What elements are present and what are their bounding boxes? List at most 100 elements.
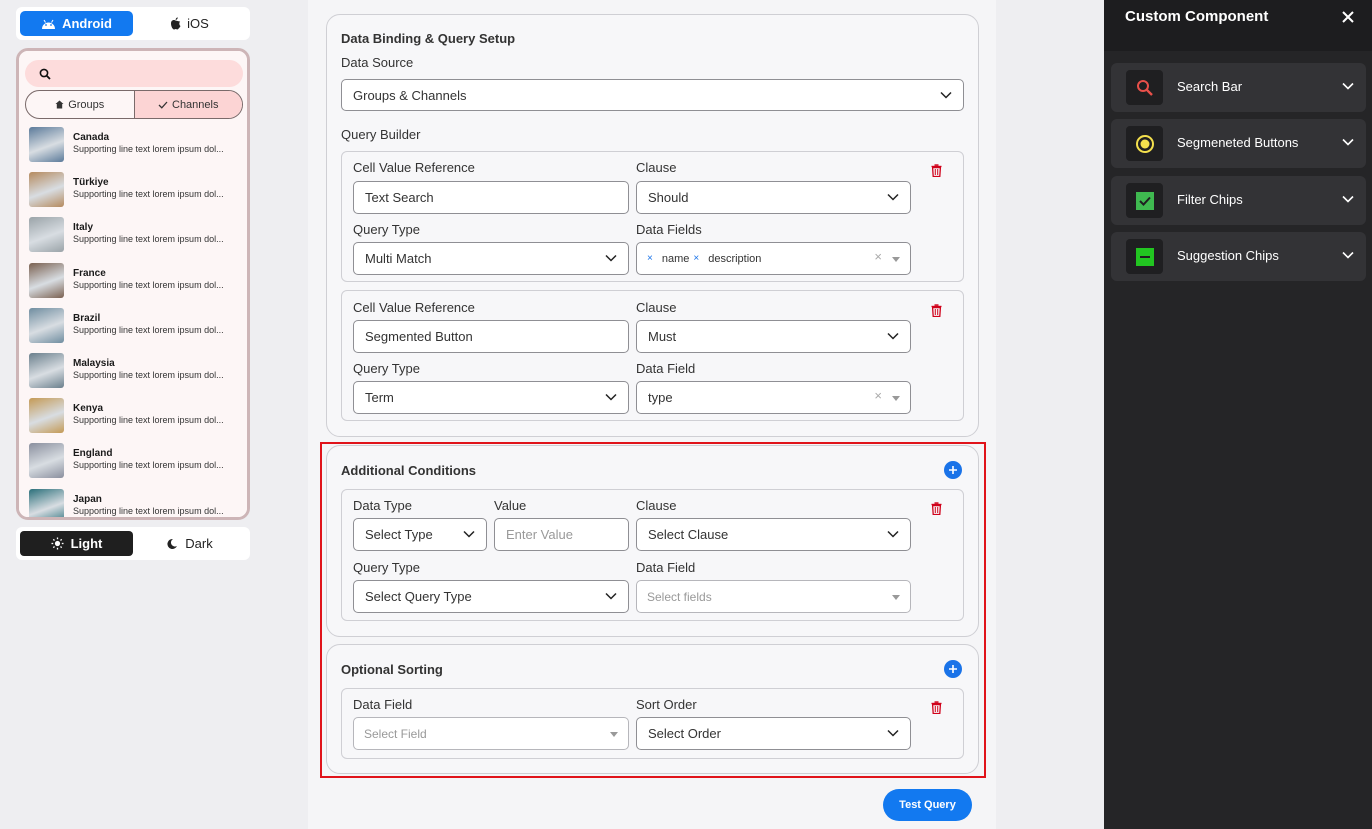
data-field-value: type — [648, 390, 673, 405]
clear-icon[interactable]: × — [874, 388, 882, 403]
clear-icon[interactable]: × — [874, 249, 882, 264]
list-item-text: England Supporting line text lorem ipsum … — [73, 443, 224, 471]
query-type-label: Query Type — [353, 222, 420, 237]
checkbox-icon — [1126, 183, 1163, 218]
chip-description[interactable]: × description — [693, 253, 761, 265]
segment-groups-label: Groups — [68, 98, 105, 111]
chevron-down-icon — [1342, 195, 1354, 203]
segment-channels[interactable]: Channels — [133, 91, 242, 118]
list-item-text: Canada Supporting line text lorem ipsum d… — [73, 127, 224, 155]
ios-button[interactable]: iOS — [133, 11, 246, 36]
list-item-title: Malaysia — [73, 357, 115, 369]
list-item-subtitle: Supporting line text lorem ipsum dol... — [73, 234, 224, 245]
list-item-title: England — [73, 448, 113, 460]
chevron-down-icon — [940, 91, 952, 99]
list-item-title: Japan — [73, 493, 102, 505]
list-item-title: Italy — [73, 222, 94, 234]
custom-component-sidebar: Custom Component Search Bar Segmeneted B… — [1104, 0, 1372, 829]
android-button[interactable]: Android — [20, 11, 133, 36]
list-item[interactable]: Malaysia Supporting line text lorem ipsum… — [29, 351, 244, 396]
query-type-select[interactable]: Multi Match — [353, 242, 629, 275]
cell-value-input[interactable]: Text Search — [353, 181, 629, 214]
trash-icon[interactable] — [931, 304, 942, 317]
chevron-down-icon — [1342, 138, 1354, 146]
sidebar-title: Custom Component — [1125, 8, 1269, 25]
thumbnail-image — [29, 398, 64, 434]
thumbnail-image — [29, 352, 64, 388]
list-item-subtitle: Supporting line text lorem ipsum dol... — [73, 189, 224, 200]
accordion-search-bar[interactable]: Search Bar — [1111, 63, 1366, 112]
list-item-text: Kenya Supporting line text lorem ipsum do… — [73, 398, 224, 426]
cell-value-text: Segmented Button — [365, 329, 473, 344]
theme-toggle: Light Dark — [16, 527, 250, 560]
thumbnail-image — [29, 172, 64, 208]
apple-icon — [170, 17, 181, 30]
search-icon — [39, 68, 51, 80]
segment-channels-label: Channels — [172, 98, 219, 111]
clause-select[interactable]: Must — [636, 320, 911, 353]
accordion-filter-chips[interactable]: Filter Chips — [1111, 176, 1366, 225]
trash-icon[interactable] — [931, 164, 942, 177]
dark-button[interactable]: Dark — [133, 531, 246, 556]
list-item[interactable]: England Supporting line text lorem ipsum … — [29, 441, 244, 486]
list-item-title: Brazil — [73, 312, 101, 324]
clause-select[interactable]: Should — [636, 181, 911, 214]
list-item-subtitle: Supporting line text lorem ipsum dol... — [73, 369, 224, 380]
data-source-select[interactable]: Groups & Channels — [341, 79, 964, 111]
data-field-label: Data Field — [636, 361, 696, 376]
remove-chip-icon[interactable]: × — [693, 253, 699, 264]
list-item[interactable]: Kenya Supporting line text lorem ipsum do… — [29, 396, 244, 441]
chevron-down-icon — [887, 193, 899, 201]
chevron-down-icon — [605, 393, 617, 401]
accordion-label: Segmeneted Buttons — [1177, 135, 1299, 150]
remove-chip-icon[interactable]: × — [647, 253, 653, 264]
caret-down-icon — [892, 257, 900, 262]
clause-label: Clause — [636, 160, 677, 175]
list-item[interactable]: Japan Supporting line text lorem ipsum do… — [29, 487, 244, 517]
query-type-label: Query Type — [353, 361, 420, 376]
preview-search-bar[interactable] — [25, 60, 243, 87]
light-label: Light — [70, 536, 103, 551]
query-type-select[interactable]: Term — [353, 381, 629, 414]
chip-name[interactable]: × name — [647, 253, 689, 265]
thumbnail-image — [29, 443, 64, 479]
accordion-segmented-buttons[interactable]: Segmeneted Buttons — [1111, 119, 1366, 168]
list-item-text: Brazil Supporting line text lorem ipsum d… — [73, 308, 224, 336]
list-item[interactable]: Canada Supporting line text lorem ipsum d… — [29, 125, 244, 170]
check-icon — [158, 101, 168, 109]
list-item[interactable]: Italy Supporting line text lorem ipsum do… — [29, 215, 244, 260]
close-icon[interactable] — [1341, 10, 1355, 24]
moon-icon — [166, 538, 178, 550]
list-item-title: Türkiye — [73, 177, 109, 189]
light-button[interactable]: Light — [20, 531, 133, 556]
segment-groups[interactable]: Groups — [26, 91, 134, 118]
test-query-button[interactable]: Test Query — [883, 789, 972, 821]
list-item[interactable]: France Supporting line text lorem ipsum d… — [29, 261, 244, 306]
sun-icon — [51, 537, 64, 550]
list-item[interactable]: Türkiye Supporting line text lorem ipsum … — [29, 170, 244, 215]
platform-toggle: Android iOS — [16, 7, 250, 40]
query-builder-label: Query Builder — [341, 127, 421, 142]
data-source-value: Groups & Channels — [353, 87, 467, 103]
thumbnail-image — [29, 127, 64, 162]
accordion-suggestion-chips[interactable]: Suggestion Chips — [1111, 232, 1366, 281]
chevron-down-icon — [1342, 251, 1354, 259]
data-fields-multiselect[interactable]: × name × description × — [636, 242, 911, 275]
list-item-subtitle: Supporting line text lorem ipsum dol... — [73, 505, 224, 516]
android-label: Android — [62, 16, 112, 31]
setup-title: Data Binding & Query Setup — [341, 31, 516, 46]
thumbnail-image — [29, 488, 64, 517]
list-item-title: Kenya — [73, 403, 104, 415]
chip-label: name — [661, 252, 690, 265]
accordion-label: Filter Chips — [1177, 192, 1243, 207]
list-item[interactable]: Brazil Supporting line text lorem ipsum d… — [29, 306, 244, 351]
cell-value-input[interactable]: Segmented Button — [353, 320, 629, 353]
cell-value-text: Text Search — [365, 190, 434, 205]
data-field-select[interactable]: type × — [636, 381, 911, 414]
thumbnail-image — [29, 307, 64, 343]
list-item-title: Canada — [73, 132, 110, 143]
cell-value-label: Cell Value Reference — [353, 160, 475, 175]
list-item-text: Türkiye Supporting line text lorem ipsum … — [73, 172, 224, 200]
chevron-down-icon — [1342, 82, 1354, 90]
thumbnail-image — [29, 217, 64, 253]
